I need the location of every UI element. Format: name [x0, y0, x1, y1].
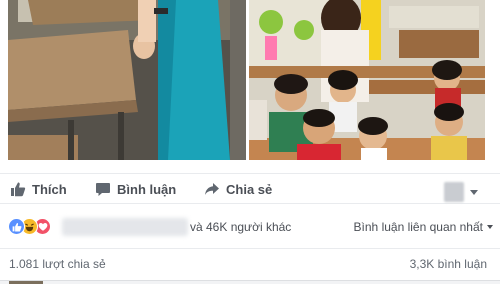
share-label: Chia sẻ — [226, 181, 273, 197]
like-icon — [8, 218, 25, 235]
reactions-count-text[interactable]: và 46K người khác — [190, 220, 291, 234]
reaction-icons[interactable] — [8, 218, 58, 236]
comment-button[interactable]: Bình luận — [95, 181, 176, 197]
comments-count[interactable]: 3,3K bình luận — [410, 257, 487, 271]
comment-label: Bình luận — [117, 181, 177, 197]
comment-sort-dropdown[interactable]: Bình luận liên quan nhất — [354, 220, 493, 234]
comment-bubble-icon — [95, 181, 111, 197]
post-photos — [0, 0, 500, 173]
caret-down-icon — [470, 189, 478, 195]
share-button[interactable]: Chia sẻ — [204, 181, 272, 197]
profile-avatar — [444, 182, 464, 202]
like-label: Thích — [32, 181, 67, 197]
share-arrow-icon — [204, 181, 220, 197]
caret-down-icon — [487, 225, 493, 229]
photo-classroom-teacher-desk[interactable] — [8, 0, 246, 160]
post-action-bar: Thích Bình luận Chia sẻ — [0, 173, 500, 204]
comment-sort-label: Bình luận liên quan nhất — [353, 220, 483, 234]
like-button[interactable]: Thích — [10, 181, 67, 197]
comment-composer-strip — [0, 280, 500, 284]
post-stats: 1.081 lượt chia sẻ 3,3K bình luận — [0, 257, 500, 275]
post-as-selector[interactable] — [444, 182, 478, 202]
photo-classroom-children[interactable] — [249, 0, 485, 160]
reactor-names-blurred — [62, 218, 188, 236]
reactions-summary: và 46K người khác Bình luận liên quan nh… — [0, 211, 500, 241]
divider — [0, 248, 500, 249]
shares-count[interactable]: 1.081 lượt chia sẻ — [9, 257, 106, 271]
thumbs-up-icon — [10, 181, 26, 197]
